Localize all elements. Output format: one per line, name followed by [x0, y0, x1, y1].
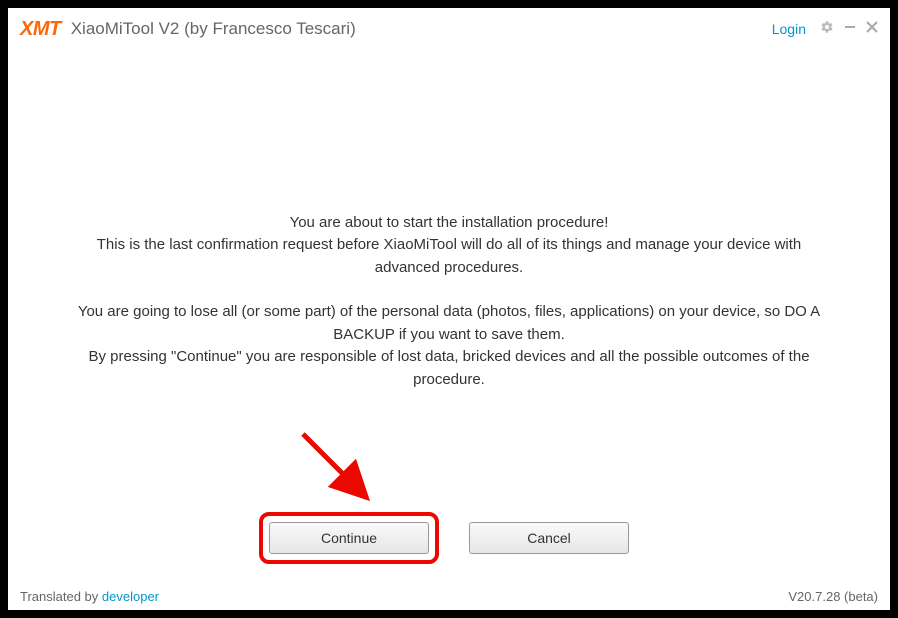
- confirmation-message: You are about to start the installation …: [68, 212, 830, 392]
- cancel-button[interactable]: Cancel: [469, 522, 629, 554]
- button-row: Continue Cancel: [8, 516, 890, 560]
- message-line-4: By pressing "Continue" you are responsib…: [68, 346, 830, 391]
- message-line-1: You are about to start the installation …: [68, 212, 830, 235]
- continue-button[interactable]: Continue: [269, 522, 429, 554]
- translated-by: Translated by developer: [20, 589, 159, 604]
- message-line-2: This is the last confirmation request be…: [68, 234, 830, 279]
- main-content: You are about to start the installation …: [8, 20, 890, 583]
- version-label: V20.7.28 (beta): [788, 589, 878, 604]
- translated-label: Translated by: [20, 589, 102, 604]
- developer-link[interactable]: developer: [102, 589, 159, 604]
- message-line-3: You are going to lose all (or some part)…: [68, 301, 830, 346]
- continue-highlight: Continue: [263, 516, 435, 560]
- app-window: XMT XiaoMiTool V2 (by Francesco Tescari)…: [8, 8, 890, 610]
- footer-bar: Translated by developer V20.7.28 (beta): [8, 583, 890, 610]
